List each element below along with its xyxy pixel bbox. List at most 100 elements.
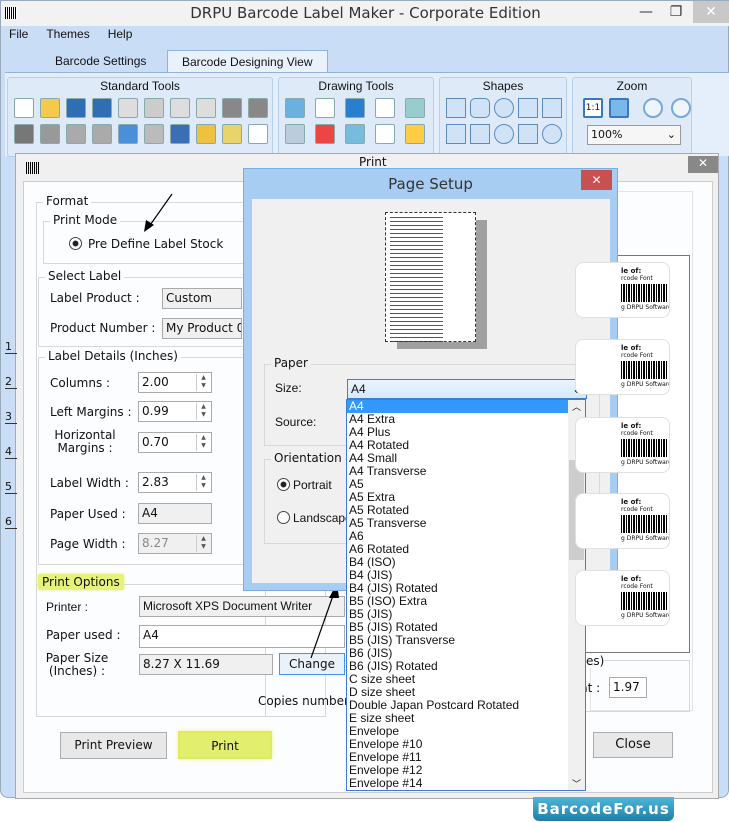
preview-label-line2: rcode Font <box>621 275 653 282</box>
frame-dropdown-icon[interactable] <box>375 124 395 144</box>
menu-help[interactable]: Help <box>108 27 133 41</box>
field-input[interactable]: 8.27 ▲ ▼ <box>138 533 212 554</box>
tab-barcode-designing-view[interactable]: Barcode Designing View <box>167 50 328 72</box>
scroll-down-icon[interactable]: ﹀ <box>568 777 585 790</box>
preview-label: le of: rcode Font g DRPU Software <box>575 493 670 549</box>
barcode-image <box>621 361 667 379</box>
minimize-button[interactable]: — <box>631 1 661 23</box>
fit-to-window-icon[interactable] <box>609 98 629 118</box>
preview-label-line2: rcode Font <box>621 430 653 437</box>
side-tab-6[interactable]: 6 <box>5 515 17 529</box>
print-preview-button[interactable]: Print Preview <box>60 732 167 759</box>
restore-button[interactable]: ❐ <box>661 1 691 23</box>
paper-size-option[interactable]: Envelope #14 <box>347 777 585 790</box>
preview-label-line3: g DRPU Software <box>621 381 670 388</box>
group-zoom: Zoom 1:1 100% ⌄ <box>572 77 692 157</box>
side-tab-2[interactable]: 2 <box>5 375 17 389</box>
delete-icon[interactable] <box>196 98 216 118</box>
zoom-out-icon[interactable] <box>671 98 691 118</box>
grid-icon[interactable] <box>118 124 138 144</box>
database-icon[interactable] <box>144 124 164 144</box>
barcode-image <box>621 592 667 610</box>
export-icon[interactable] <box>248 124 268 144</box>
close-dialog-button[interactable]: Close <box>593 732 673 758</box>
lock-icon[interactable] <box>66 124 86 144</box>
actual-size-icon[interactable]: 1:1 <box>583 98 603 118</box>
spinner-arrows-icon[interactable]: ▲ ▼ <box>196 434 210 451</box>
print-close-icon[interactable]: ✕ <box>688 156 718 173</box>
rectangle-icon[interactable] <box>446 98 466 118</box>
spinner-arrows-icon[interactable]: ▲ ▼ <box>196 474 210 491</box>
preview-label-line3: g DRPU Software <box>621 612 670 619</box>
new-icon[interactable] <box>14 98 34 118</box>
save-as-icon[interactable] <box>92 98 112 118</box>
four-point-star-icon[interactable] <box>518 124 538 144</box>
side-tab-4[interactable]: 4 <box>5 445 17 459</box>
print-icon[interactable] <box>222 124 242 144</box>
print-button[interactable]: Print <box>178 731 272 759</box>
scroll-up-icon[interactable]: ︿ <box>568 400 585 414</box>
save-icon[interactable] <box>66 98 86 118</box>
menu-file[interactable]: File <box>9 27 28 41</box>
size-select[interactable]: A4⌄ <box>347 379 587 399</box>
undo-icon[interactable] <box>222 98 242 118</box>
paper-size-dropdown-list[interactable]: A4 A4 Extra A4 Plus A4 Rotated A4 Small A4 Tr… <box>346 399 586 791</box>
menu-themes[interactable]: Themes <box>46 27 89 41</box>
printer-label: Printer : <box>46 600 89 614</box>
image-icon[interactable] <box>405 98 425 118</box>
paste-icon[interactable] <box>144 98 164 118</box>
field-input[interactable]: 0.99 ▲ ▼ <box>138 401 212 422</box>
arc-icon[interactable] <box>542 124 562 144</box>
bring-front-icon[interactable] <box>40 124 60 144</box>
field-value: A4 <box>142 506 158 520</box>
field-input[interactable]: 2.00 ▲ ▼ <box>138 372 212 393</box>
group-title: Drawing Tools <box>318 79 394 93</box>
field-input[interactable]: 2.83 ▲ ▼ <box>138 472 212 493</box>
picture-icon[interactable] <box>345 98 365 118</box>
label-product-select[interactable]: Custom <box>162 288 242 309</box>
side-tab-1[interactable]: 1 <box>5 340 17 354</box>
landscape-radio[interactable] <box>277 511 290 524</box>
height-field[interactable]: 1.97 <box>609 677 647 698</box>
email-icon[interactable] <box>196 124 216 144</box>
image-export-icon[interactable] <box>170 124 190 144</box>
spinner-arrows-icon[interactable]: ▲ ▼ <box>196 403 210 420</box>
ellipse-icon[interactable] <box>494 98 514 118</box>
barcode-tool-icon[interactable] <box>375 98 395 118</box>
line-icon[interactable] <box>470 124 490 144</box>
send-back-icon[interactable] <box>14 124 34 144</box>
copy-icon[interactable] <box>118 98 138 118</box>
rounded-rect-icon[interactable] <box>470 98 490 118</box>
star-icon[interactable] <box>446 124 466 144</box>
zoom-in-icon[interactable] <box>643 98 663 118</box>
open-icon[interactable] <box>40 98 60 118</box>
preview-label-line2: rcode Font <box>621 352 653 359</box>
blob-icon[interactable] <box>285 124 305 144</box>
product-number-select[interactable]: My Product 00 <box>162 318 242 339</box>
side-tab-3[interactable]: 3 <box>5 410 17 424</box>
zoom-select[interactable]: 100% ⌄ <box>587 125 681 145</box>
page-setup-close-icon[interactable]: ✕ <box>581 170 612 190</box>
field-input[interactable]: 0.70 ▲ ▼ <box>138 432 212 453</box>
side-tab-5[interactable]: 5 <box>5 480 17 494</box>
pre-define-radio[interactable] <box>69 237 82 250</box>
paper-size-option[interactable]: A5 Transverse <box>347 517 585 530</box>
redo-icon[interactable] <box>248 98 268 118</box>
triangle-icon[interactable] <box>518 98 538 118</box>
diamond-icon[interactable] <box>542 98 562 118</box>
burst-icon[interactable] <box>494 124 514 144</box>
spinner-arrows-icon[interactable]: ▲ ▼ <box>196 374 210 391</box>
color-shape-dropdown-icon[interactable] <box>405 124 425 144</box>
portrait-radio[interactable] <box>277 478 290 491</box>
unlock-icon[interactable] <box>92 124 112 144</box>
close-button[interactable]: ✕ <box>693 1 729 23</box>
tab-barcode-settings[interactable]: Barcode Settings <box>41 50 160 72</box>
books-icon[interactable] <box>315 124 335 144</box>
paper-size-option[interactable]: A4 Transverse <box>347 465 585 478</box>
field-input[interactable]: A4 <box>138 503 212 524</box>
watermark-icon[interactable] <box>345 124 365 144</box>
pen-icon[interactable] <box>315 98 335 118</box>
spinner-arrows-icon[interactable]: ▲ ▼ <box>196 535 210 552</box>
cut-icon[interactable] <box>170 98 190 118</box>
text-icon[interactable] <box>285 98 305 118</box>
